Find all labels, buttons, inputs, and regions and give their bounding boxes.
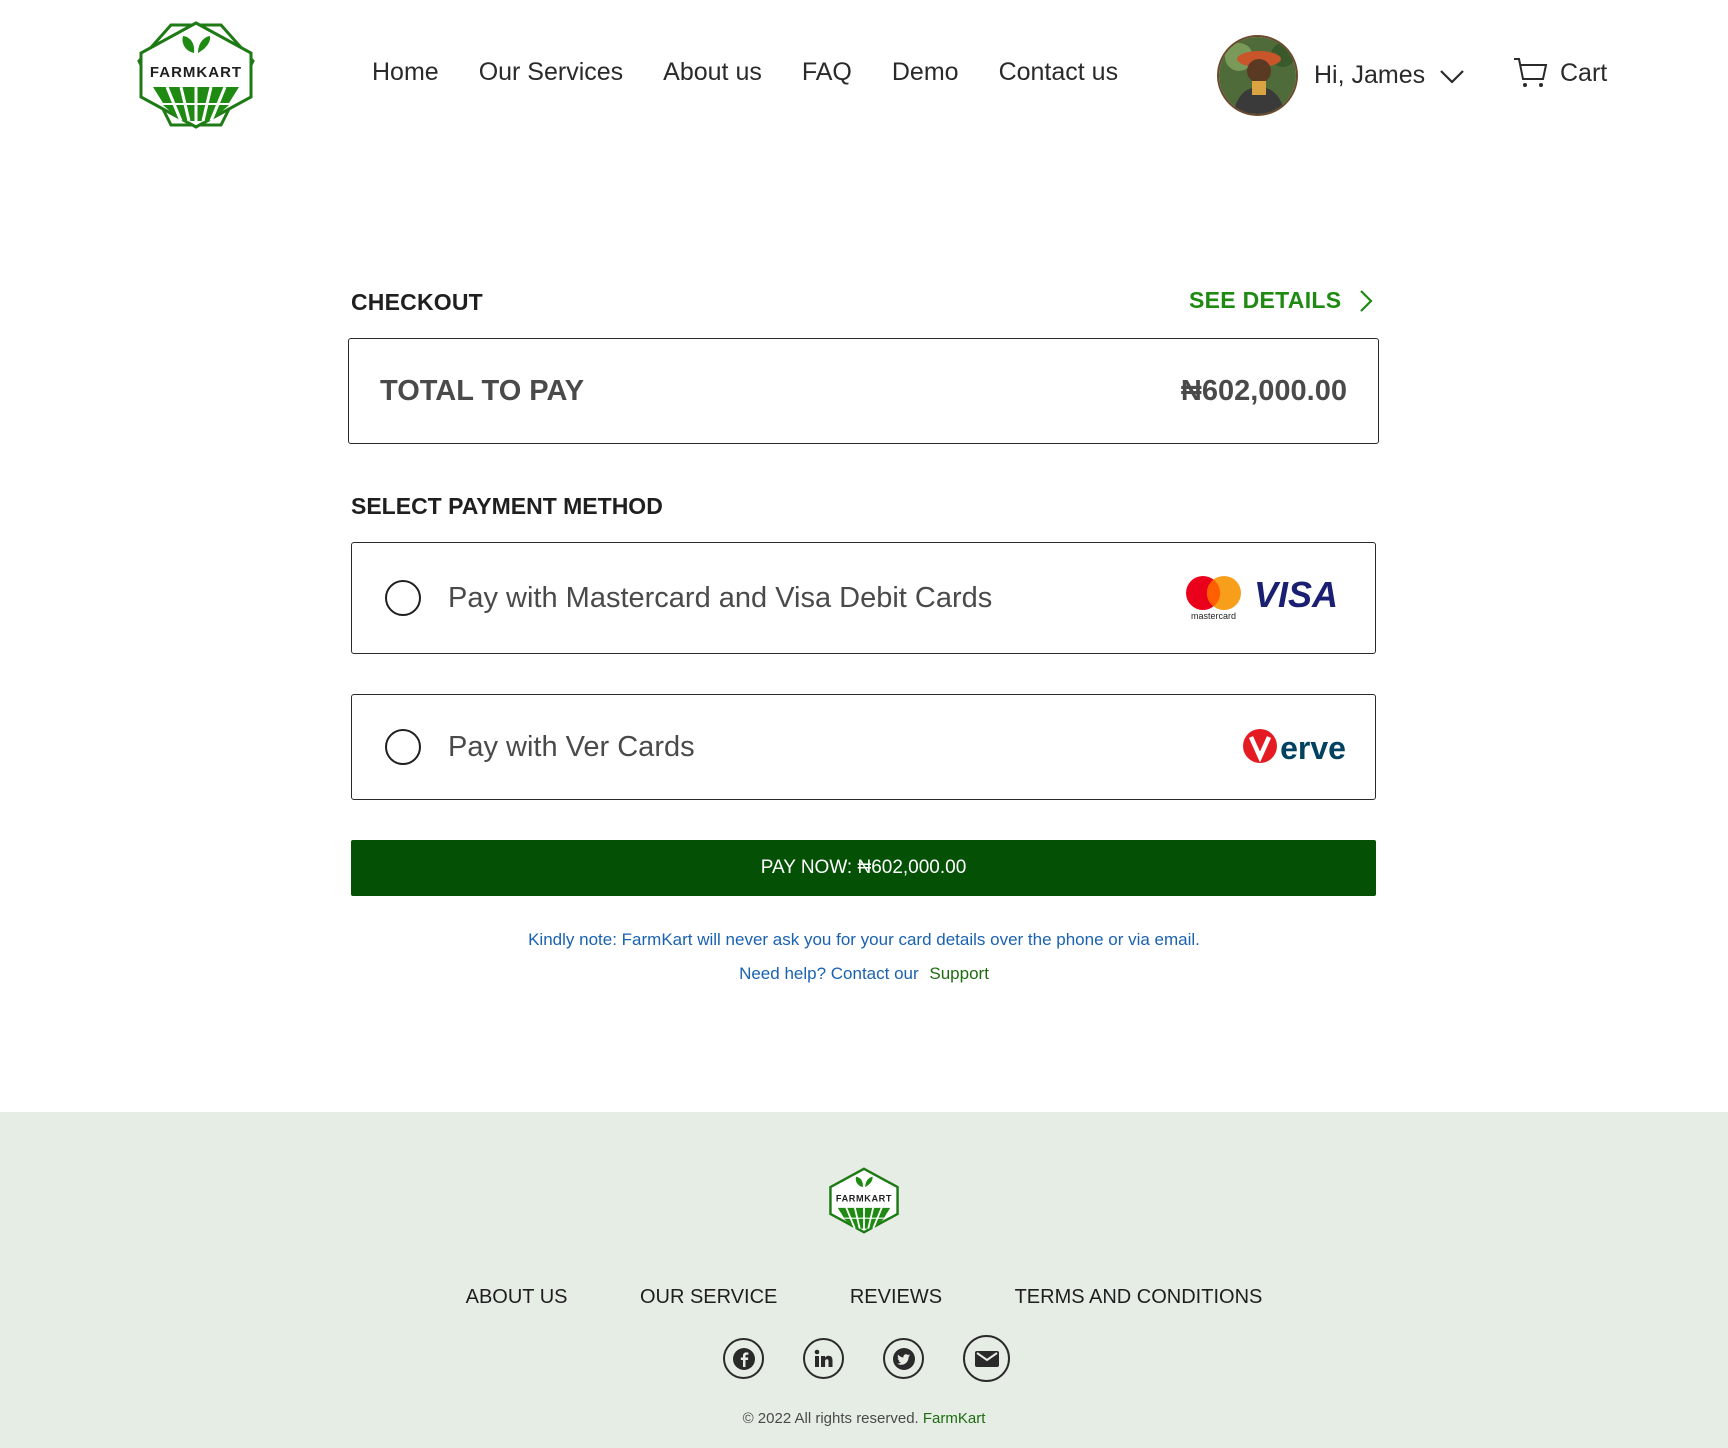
select-payment-title: SELECT PAYMENT METHOD [351, 493, 663, 519]
svg-text:mastercard: mastercard [1191, 611, 1236, 621]
footer-nav-our-service[interactable]: OUR SERVICE [640, 1286, 777, 1308]
mail-icon[interactable] [963, 1335, 1010, 1382]
avatar[interactable] [1217, 35, 1298, 116]
cart-link[interactable]: Cart [1512, 56, 1607, 90]
chevron-down-icon[interactable] [1439, 66, 1465, 86]
svg-text:erve: erve [1280, 730, 1345, 766]
chevron-right-icon [1360, 289, 1373, 312]
nav-our-services[interactable]: Our Services [479, 58, 623, 87]
verve-logo: erve [1243, 729, 1346, 772]
payment-option-label: Pay with Mastercard and Visa Debit Cards [448, 582, 993, 614]
see-details-link[interactable]: SEE DETAILS [1189, 287, 1373, 314]
nav-contact-us[interactable]: Contact us [999, 58, 1119, 87]
svg-text:FARMKART: FARMKART [836, 1194, 892, 1204]
total-amount: ₦602,000.00 [1180, 375, 1347, 407]
footer-nav-reviews[interactable]: REVIEWS [850, 1286, 942, 1308]
site-header: FARMKART Home Our Services About us FAQ … [0, 0, 1728, 155]
copyright: © 2022 All rights reserved. FarmKart [0, 1410, 1728, 1427]
twitter-icon[interactable] [883, 1338, 924, 1379]
see-details-label: SEE DETAILS [1189, 287, 1342, 313]
svg-text:FARMKART: FARMKART [150, 64, 242, 81]
footer-nav-about-us[interactable]: ABOUT US [466, 1286, 568, 1308]
mastercard-visa-logo: mastercard VISA [1185, 573, 1345, 628]
user-greeting: Hi, James [1314, 61, 1426, 89]
footer-nav: ABOUT US OUR SERVICE REVIEWS TERMS AND C… [0, 1286, 1728, 1309]
main-nav: Home Our Services About us FAQ Demo Cont… [372, 58, 1158, 87]
footer-farmkart-logo[interactable]: FARMKART [828, 1167, 900, 1234]
radio-button[interactable] [385, 580, 421, 616]
svg-text:VISA: VISA [1254, 574, 1338, 615]
social-links [723, 1335, 1049, 1382]
total-label: TOTAL TO PAY [380, 375, 585, 407]
help-text: Need help? Contact our Support [0, 964, 1728, 984]
copyright-brand[interactable]: FarmKart [923, 1410, 986, 1427]
linkedin-icon[interactable] [803, 1338, 844, 1379]
nav-home[interactable]: Home [372, 58, 439, 87]
nav-faq[interactable]: FAQ [802, 58, 852, 87]
facebook-icon[interactable] [723, 1338, 764, 1379]
security-note: Kindly note: FarmKart will never ask you… [528, 930, 1200, 949]
checkout-title: CHECKOUT [351, 289, 483, 315]
farmkart-logo[interactable]: FARMKART [137, 21, 255, 129]
payment-option-verve[interactable]: Pay with Ver Cards erve [351, 694, 1376, 800]
radio-button[interactable] [385, 729, 421, 765]
pay-now-button[interactable]: PAY NOW: ₦602,000.00 [351, 840, 1376, 896]
payment-option-label: Pay with Ver Cards [448, 731, 695, 763]
nav-demo[interactable]: Demo [892, 58, 959, 87]
user-menu[interactable]: Hi, James [1217, 35, 1465, 116]
cart-icon [1514, 58, 1548, 87]
total-to-pay-box: TOTAL TO PAY ₦602,000.00 [348, 338, 1379, 444]
cart-label: Cart [1560, 58, 1608, 87]
help-text-label: Need help? Contact our [739, 964, 919, 983]
nav-about-us[interactable]: About us [663, 58, 762, 87]
support-link[interactable]: Support [929, 964, 989, 983]
payment-option-mastercard-visa[interactable]: Pay with Mastercard and Visa Debit Cards… [351, 542, 1376, 654]
copyright-text: © 2022 All rights reserved. [742, 1410, 919, 1427]
site-footer: FARMKART ABOUT US OUR SERVICE REVIEWS TE… [0, 1112, 1728, 1448]
footer-nav-terms[interactable]: TERMS AND CONDITIONS [1015, 1286, 1263, 1308]
